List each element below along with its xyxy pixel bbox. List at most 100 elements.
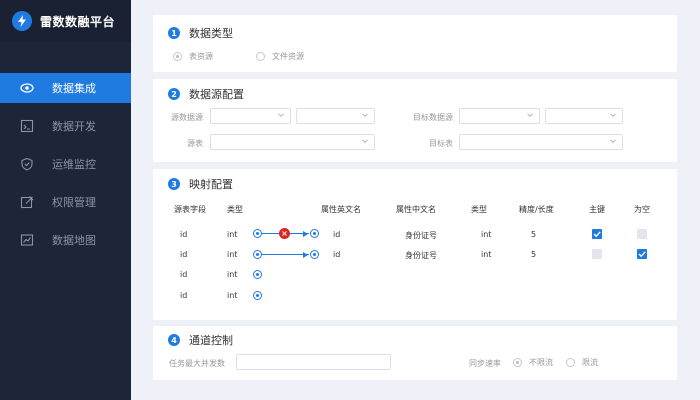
sidebar-item-label: 数据集成 (52, 82, 96, 95)
source-connector-point[interactable] (253, 291, 262, 300)
radio-label: 文件资源 (272, 52, 304, 61)
chevron-down-icon (610, 113, 616, 117)
sidebar-item-label: 权限管理 (52, 196, 96, 209)
concurrency-input[interactable] (236, 354, 391, 370)
radio-label: 限流 (582, 358, 598, 367)
lightning-logo-icon (12, 11, 32, 31)
col-header-src-type: 类型 (227, 205, 243, 214)
src-type-cell: int (227, 250, 238, 259)
brand-header: 雷数数融平台 (0, 0, 131, 42)
src-type-cell: int (227, 270, 238, 279)
radio-dot (513, 358, 522, 367)
shield-icon (20, 157, 34, 171)
radio-label: 表资源 (189, 52, 213, 61)
sidebar-item-data-integration[interactable]: 数据集成 (0, 73, 131, 103)
radio-no-limit[interactable]: 不限流 (513, 357, 553, 368)
precision-cell: 5 (531, 250, 537, 259)
attr-en-cell: id (333, 250, 341, 259)
target-db-select[interactable] (459, 108, 540, 124)
chevron-down-icon (362, 113, 368, 117)
step-number: 2 (168, 88, 180, 100)
chevron-down-icon (278, 113, 284, 117)
source-connector-point[interactable] (253, 229, 262, 238)
step-number: 4 (168, 334, 180, 346)
section-title-text: 数据类型 (189, 27, 233, 40)
section-title-text: 数据源配置 (189, 88, 244, 101)
channel-control-card: 4 通道控制 任务最大并发数 同步速率 不限流 限流 (153, 326, 677, 380)
code-icon (20, 119, 34, 133)
col-header-attr-cn: 属性中文名 (396, 205, 436, 214)
step-number: 3 (168, 178, 180, 190)
attr-cn-cell: 身份证号 (405, 251, 437, 260)
col-header-tgt-type: 类型 (471, 205, 487, 214)
attr-cn-cell: 身份证号 (405, 231, 437, 240)
precision-cell: 5 (531, 230, 537, 239)
brand-title: 雷数数融平台 (40, 14, 116, 29)
nullable-checkbox[interactable] (637, 229, 647, 239)
sidebar-item-data-development[interactable]: 数据开发 (0, 111, 131, 141)
section-title-text: 通道控制 (189, 334, 233, 347)
chevron-down-icon (610, 139, 616, 143)
data-type-card: 1 数据类型 表资源 文件资源 (153, 15, 677, 72)
radio-dot (566, 358, 575, 367)
src-field-cell: id (180, 250, 188, 259)
source-db-label: 源数据源 (171, 113, 203, 122)
nullable-checkbox[interactable] (637, 249, 647, 259)
target-table-label: 目标表 (429, 139, 453, 148)
concurrency-label: 任务最大并发数 (169, 359, 225, 368)
source-table-label: 源表 (187, 139, 203, 148)
radio-table-resource[interactable]: 表资源 (173, 51, 213, 62)
radio-dot (173, 52, 182, 61)
radio-limit[interactable]: 限流 (566, 357, 598, 368)
arrow-head-icon (303, 231, 308, 237)
section-title-text: 映射配置 (189, 178, 233, 191)
step-number: 1 (168, 27, 180, 39)
sidebar-item-ops-monitoring[interactable]: 运维监控 (0, 149, 131, 179)
target-db-secondary-select[interactable] (545, 108, 623, 124)
target-connector-point[interactable] (310, 229, 319, 238)
sidebar-item-label: 运维监控 (52, 158, 96, 171)
src-type-cell: int (227, 291, 238, 300)
target-connector-point[interactable] (310, 250, 319, 259)
section-title: 3 映射配置 (168, 176, 233, 192)
chart-icon (20, 233, 34, 247)
sidebar-item-data-map[interactable]: 数据地图 (0, 225, 131, 255)
arrow-head-icon (303, 252, 308, 258)
sidebar-item-permission-management[interactable]: 权限管理 (0, 187, 131, 217)
chevron-down-icon (527, 113, 533, 117)
source-table-select[interactable] (210, 134, 375, 150)
datasource-config-card: 2 数据源配置 源数据源 源表 目标数据源 目标表 (153, 79, 677, 162)
edit-icon (20, 195, 34, 209)
mapping-config-card: 3 映射配置 源表字段 类型 属性英文名 属性中文名 类型 精度/长度 主键 为… (153, 169, 677, 320)
target-db-label: 目标数据源 (413, 113, 453, 122)
primary-key-checkbox[interactable] (592, 229, 602, 239)
source-db-select[interactable] (210, 108, 291, 124)
mapping-line (262, 254, 309, 255)
col-header-attr-en: 属性英文名 (321, 205, 361, 214)
tgt-type-cell: int (481, 250, 492, 259)
src-field-cell: id (180, 230, 188, 239)
section-title: 4 通道控制 (168, 332, 233, 348)
source-connector-point[interactable] (253, 250, 262, 259)
source-connector-point[interactable] (253, 270, 262, 279)
src-field-cell: id (180, 291, 188, 300)
section-title: 2 数据源配置 (168, 86, 244, 102)
radio-label: 不限流 (529, 358, 553, 367)
attr-en-cell: id (333, 230, 341, 239)
primary-key-checkbox[interactable] (592, 249, 602, 259)
radio-file-resource[interactable]: 文件资源 (256, 51, 304, 62)
col-header-precision: 精度/长度 (519, 205, 554, 214)
sidebar: 雷数数融平台 数据集成 数据开发 运维监控 权限管理 数据地图 (0, 0, 131, 400)
target-table-select[interactable] (459, 134, 623, 150)
eye-icon (20, 81, 34, 95)
radio-dot (256, 52, 265, 61)
sidebar-item-label: 数据地图 (52, 234, 96, 247)
check-icon (593, 231, 601, 238)
delete-mapping-button[interactable]: × (279, 228, 290, 239)
source-db-secondary-select[interactable] (296, 108, 375, 124)
check-icon (638, 251, 646, 258)
sidebar-item-label: 数据开发 (52, 120, 96, 133)
sync-rate-label: 同步速率 (469, 359, 501, 368)
col-header-nullable: 为空 (634, 205, 650, 214)
tgt-type-cell: int (481, 230, 492, 239)
